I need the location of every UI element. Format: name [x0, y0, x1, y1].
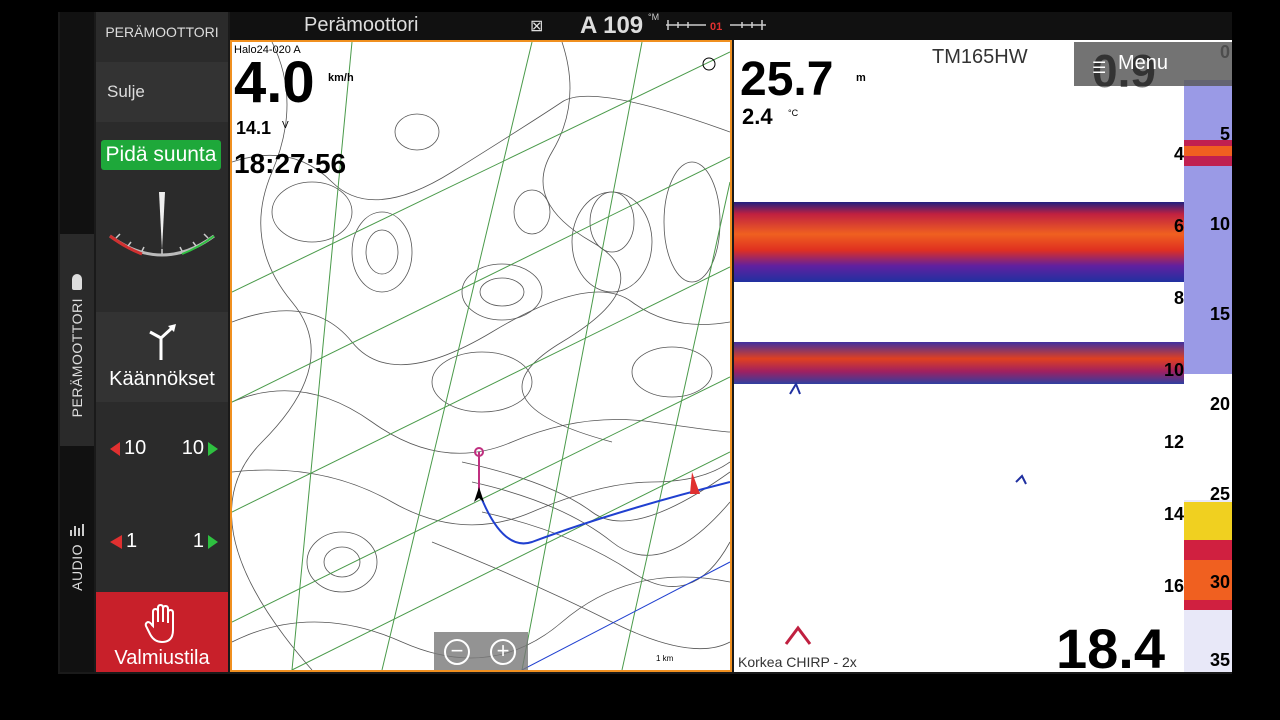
- port-arrow-icon: [110, 534, 122, 549]
- heading-unit: °M: [648, 12, 660, 22]
- standby-label: Valmiustila: [114, 647, 210, 669]
- depth-scale: 4 6 8 10 12 14 16: [1158, 40, 1184, 672]
- history-tick: 25: [1209, 484, 1230, 504]
- chart-pane[interactable]: Halo24-020 A 4.0 km/h 14.1 V 18:27:56 − …: [230, 40, 732, 672]
- course-adjust-1: 1 1: [96, 500, 228, 588]
- standby-button[interactable]: Valmiustila: [96, 592, 228, 672]
- zoom-in-button[interactable]: +: [490, 639, 516, 665]
- tab-engine[interactable]: PERÄMOOTTORI: [60, 234, 94, 446]
- temperature-unit: °C: [788, 108, 799, 118]
- depth-unit: m: [856, 72, 866, 84]
- history-tick: 20: [1209, 394, 1230, 414]
- vertical-tabs: PERÄMOOTTORI AUDIO: [60, 12, 94, 672]
- menu-label: Menu: [1118, 52, 1169, 74]
- transducer-model: TM165HW: [932, 46, 1028, 68]
- tab-audio-label: AUDIO: [69, 544, 85, 591]
- heading-hold-button[interactable]: Pidä suunta: [101, 140, 221, 170]
- depth-tick: 8: [1173, 288, 1184, 308]
- depth-tick: 16: [1163, 576, 1184, 596]
- depth-tick: 6: [1173, 216, 1184, 236]
- history-tick: 15: [1209, 304, 1230, 324]
- depth-tick: 10: [1163, 360, 1184, 380]
- speed-readout: 4.0: [234, 50, 315, 115]
- history-tick: 10: [1209, 214, 1230, 234]
- history-tick: 35: [1209, 650, 1230, 670]
- depth-tick: 14: [1163, 504, 1184, 524]
- history-tick: 5: [1219, 124, 1230, 144]
- engine-icon: [72, 274, 82, 290]
- panel-title: PERÄMOOTTORI: [105, 24, 219, 40]
- tab-engine-label: PERÄMOOTTORI: [69, 298, 85, 418]
- starboard-10-label: 10: [181, 437, 204, 459]
- turns-label: Käännökset: [109, 368, 215, 390]
- voltage-readout: 14.1: [236, 118, 272, 138]
- depth-readout: 25.7: [740, 53, 834, 106]
- speed-unit: km/h: [328, 72, 354, 84]
- port-10-label: 10: [124, 437, 147, 459]
- depth-large-readout: 18.4: [1056, 617, 1165, 672]
- audio-bars-icon: [70, 524, 84, 536]
- depth-tick: 4: [1173, 144, 1184, 164]
- sonar-echo-display: [734, 202, 1184, 645]
- history-tick: 30: [1209, 572, 1230, 592]
- starboard-10-button[interactable]: 10: [182, 437, 218, 460]
- port-1-label: 1: [126, 530, 138, 552]
- heading-readout: A 109: [580, 12, 644, 39]
- menu-button[interactable]: 0.9 ☰ Menu: [1074, 42, 1232, 97]
- port-10-button[interactable]: 10: [110, 437, 146, 460]
- hamburger-icon: ☰: [1092, 60, 1107, 77]
- turns-button[interactable]: Käännökset: [96, 312, 228, 402]
- temperature-readout: 2.4: [742, 104, 773, 129]
- port-1-button[interactable]: 1: [110, 530, 137, 553]
- tab-audio[interactable]: AUDIO: [60, 522, 94, 632]
- page-title: Perämoottori: [304, 14, 419, 36]
- zoom-out-button[interactable]: −: [444, 639, 470, 665]
- rudder-gauge: [109, 192, 215, 257]
- turn-pattern-icon: [149, 324, 176, 360]
- autopilot-panel: PERÄMOOTTORI Sulje Pidä suunta Käännökse…: [96, 12, 228, 672]
- time-readout: 18:27:56: [234, 148, 347, 179]
- zoom-controls: − +: [434, 632, 528, 670]
- starboard-1-button[interactable]: 1: [193, 530, 218, 553]
- hand-stop-icon: [144, 604, 174, 644]
- depth-tick: 12: [1163, 432, 1184, 452]
- close-pane-icon[interactable]: ⊠: [530, 16, 543, 36]
- cross-track-bar: 01: [666, 20, 766, 32]
- scale-label: 1 km: [656, 654, 674, 663]
- port-arrow-icon: [110, 441, 120, 456]
- sonar-mode-label: Korkea CHIRP - 2x: [738, 654, 857, 670]
- course-adjust-10: 10 10: [96, 407, 228, 495]
- nautical-chart[interactable]: [232, 42, 730, 670]
- starboard-1-label: 1: [192, 530, 204, 552]
- close-button[interactable]: Sulje: [96, 62, 228, 122]
- starboard-arrow-icon: [208, 534, 218, 549]
- voltage-unit: V: [282, 120, 289, 131]
- sonar-pane[interactable]: 25.7 m 2.4 °C TM165HW 4 6 8 10 12 14 16 …: [734, 40, 1232, 672]
- starboard-arrow-icon: [208, 441, 218, 456]
- xte-value: 01: [710, 21, 722, 32]
- top-bar: Perämoottori ⊠ A 109 °M 01: [230, 12, 1232, 40]
- history-column: 0 5 10 15 20 25 30 35: [1184, 40, 1232, 672]
